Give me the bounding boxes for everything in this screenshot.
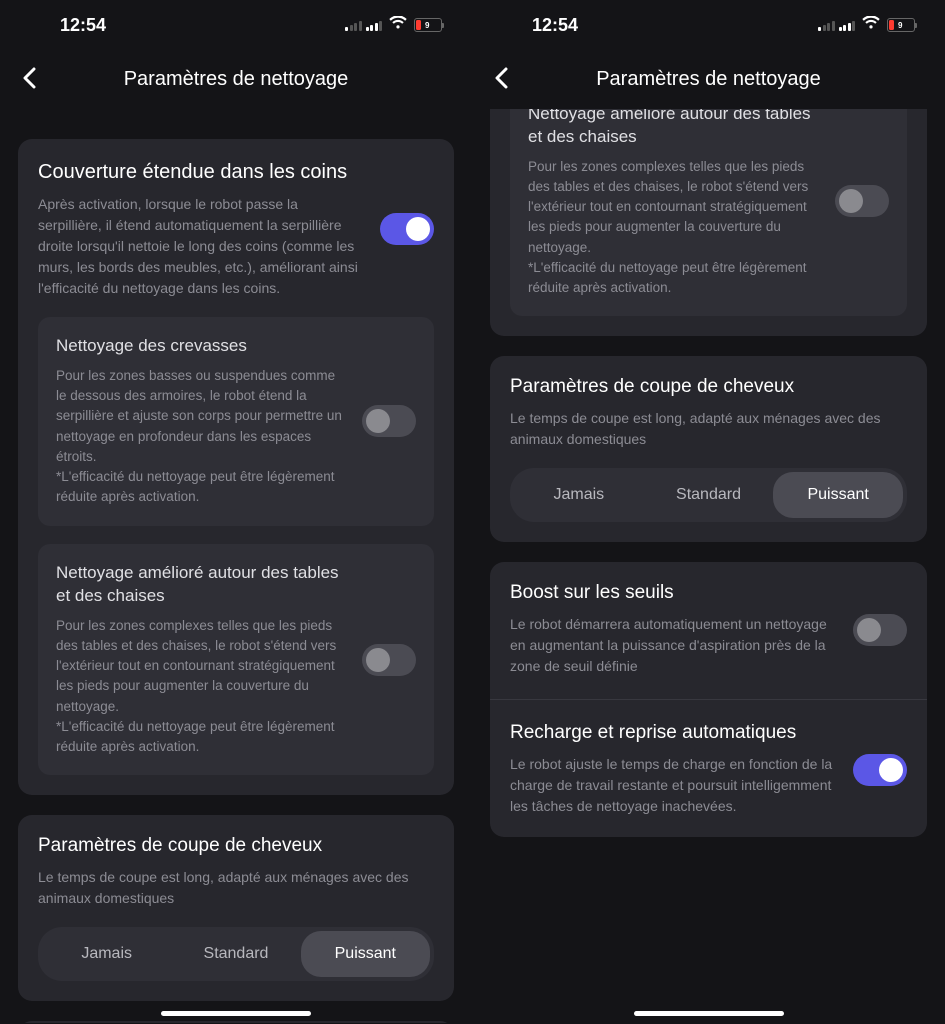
crevice-title: Nettoyage des crevasses xyxy=(56,335,346,358)
battery-percentage: 9 xyxy=(898,21,902,30)
crevice-desc: Pour les zones basses ou suspendues comm… xyxy=(56,366,346,508)
haircut-title: Paramètres de coupe de cheveux xyxy=(38,835,434,857)
home-indicator[interactable] xyxy=(161,1011,311,1016)
cellular-b-icon xyxy=(839,19,856,31)
battery-percentage: 9 xyxy=(425,21,429,30)
recharge-toggle[interactable] xyxy=(853,754,907,786)
haircut-segment: Jamais Standard Puissant xyxy=(38,927,434,981)
corner-coverage-card: Couverture étendue dans les coins Après … xyxy=(18,139,454,795)
battery-icon: 9 xyxy=(887,18,915,32)
scroll-content[interactable]: Pour les zones basses ou suspendues comm… xyxy=(472,109,945,1013)
haircut-opt-powerful[interactable]: Puissant xyxy=(301,931,430,977)
crevice-card: Nettoyage des crevasses Pour les zones b… xyxy=(38,317,434,526)
boost-toggle[interactable] xyxy=(853,614,907,646)
corner-toggle[interactable] xyxy=(380,213,434,245)
tables-card: Nettoyage amélioré autour des tables et … xyxy=(38,544,434,776)
header: Paramètres de nettoyage xyxy=(0,50,472,109)
cellular-icon xyxy=(818,19,835,31)
status-right: 9 xyxy=(345,16,442,35)
battery-icon: 9 xyxy=(414,18,442,32)
cellular-b-icon xyxy=(366,19,383,31)
status-time: 12:54 xyxy=(60,15,106,36)
tables-desc: Pour les zones complexes telles que les … xyxy=(528,157,819,299)
home-indicator[interactable] xyxy=(634,1011,784,1016)
recharge-row: Recharge et reprise automatiques Le robo… xyxy=(510,722,907,817)
page-title: Paramètres de nettoyage xyxy=(124,68,349,91)
status-bar: 12:54 9 xyxy=(472,0,945,50)
page-title: Paramètres de nettoyage xyxy=(596,68,821,91)
back-button[interactable] xyxy=(22,64,36,96)
header: Paramètres de nettoyage xyxy=(472,50,945,109)
screenshot-right: 12:54 9 Paramètres de nettoyage xyxy=(472,0,945,1024)
screenshot-left: 12:54 9 Paramètres de nettoyage xyxy=(0,0,472,1024)
status-time: 12:54 xyxy=(532,15,578,36)
haircut-desc: Le temps de coupe est long, adapté aux m… xyxy=(38,867,434,909)
haircut-card: Paramètres de coupe de cheveux Le temps … xyxy=(18,815,454,1001)
haircut-title: Paramètres de coupe de cheveux xyxy=(510,376,907,398)
recharge-title: Recharge et reprise automatiques xyxy=(510,722,837,744)
haircut-opt-powerful[interactable]: Puissant xyxy=(773,472,903,518)
corner-title: Couverture étendue dans les coins xyxy=(38,159,364,186)
haircut-desc: Le temps de coupe est long, adapté aux m… xyxy=(510,408,907,450)
scroll-content[interactable]: Couverture étendue dans les coins Après … xyxy=(0,119,472,1023)
tables-card: Nettoyage amélioré autour des tables et … xyxy=(510,109,907,316)
wifi-icon xyxy=(861,16,881,35)
boost-desc: Le robot démarrera automatiquement un ne… xyxy=(510,614,837,677)
status-bar: 12:54 9 xyxy=(0,0,472,50)
haircut-opt-standard[interactable]: Standard xyxy=(644,472,774,518)
crevice-toggle[interactable] xyxy=(362,405,416,437)
wifi-icon xyxy=(388,16,408,35)
haircut-opt-never[interactable]: Jamais xyxy=(42,931,171,977)
cellular-icon xyxy=(345,19,362,31)
boost-card: Boost sur les seuils Le robot démarrera … xyxy=(490,562,927,837)
back-button[interactable] xyxy=(494,64,508,96)
haircut-segment: Jamais Standard Puissant xyxy=(510,468,907,522)
boost-title: Boost sur les seuils xyxy=(510,582,837,604)
tables-title: Nettoyage amélioré autour des tables et … xyxy=(528,109,819,149)
boost-card-partial: Boost sur les seuils xyxy=(18,1021,454,1023)
haircut-opt-standard[interactable]: Standard xyxy=(171,931,300,977)
tables-desc: Pour les zones complexes telles que les … xyxy=(56,616,346,758)
tables-title: Nettoyage amélioré autour des tables et … xyxy=(56,562,346,608)
corner-desc: Après activation, lorsque le robot passe… xyxy=(38,194,364,299)
status-right: 9 xyxy=(818,16,915,35)
haircut-opt-never[interactable]: Jamais xyxy=(514,472,644,518)
recharge-desc: Le robot ajuste le temps de charge en fo… xyxy=(510,754,837,817)
tables-toggle[interactable] xyxy=(362,644,416,676)
haircut-card: Paramètres de coupe de cheveux Le temps … xyxy=(490,356,927,542)
corner-coverage-card: Pour les zones basses ou suspendues comm… xyxy=(490,109,927,336)
tables-toggle[interactable] xyxy=(835,185,889,217)
